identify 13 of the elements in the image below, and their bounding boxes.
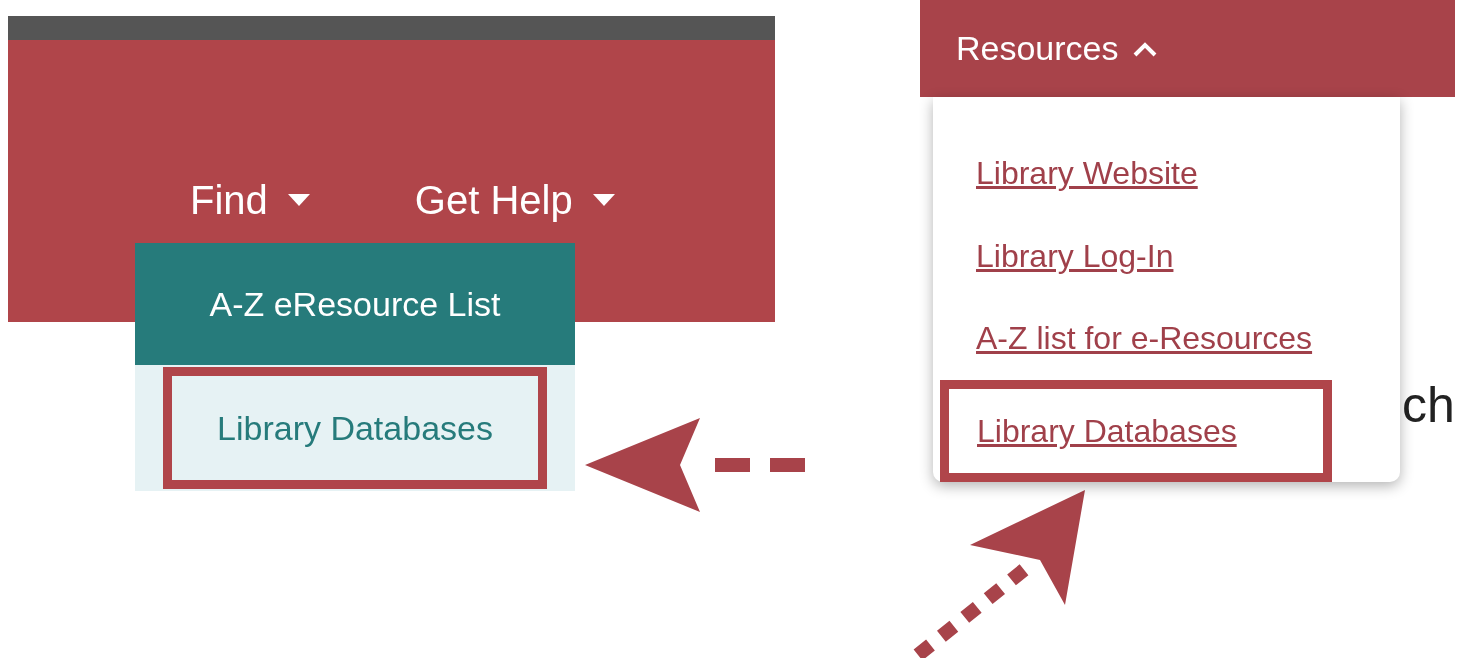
caret-up-icon — [1132, 40, 1157, 57]
nav-menu-button[interactable]: Get Help — [414, 180, 615, 220]
menu-item[interactable]: Library Databases — [163, 367, 547, 489]
page-heading-text: ch — [1402, 380, 1455, 430]
resources-menu-button[interactable]: Resources — [920, 0, 1455, 97]
menu-link[interactable]: Library Log-In — [940, 214, 1174, 298]
caret-down-icon — [592, 194, 615, 206]
menu-link[interactable]: A-Z list for e-Resources — [940, 297, 1313, 380]
menu-item[interactable]: A-Z eResource List — [135, 243, 575, 365]
menu-link[interactable]: Library Databases — [940, 379, 1332, 482]
menu-link[interactable]: Library Website — [940, 132, 1198, 215]
caret-down-icon — [287, 194, 310, 206]
nav-menu-button[interactable]: Find — [190, 180, 310, 220]
